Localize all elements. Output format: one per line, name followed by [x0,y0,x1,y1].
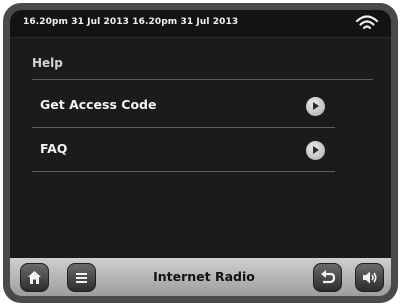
divider [32,171,335,172]
wifi-icon [355,14,379,32]
menu-button[interactable] [67,263,96,292]
play-arrow-icon [306,97,325,116]
play-arrow-icon [306,141,325,160]
status-datetime: 16.20pm 31 Jul 2013 16.20pm 31 Jul 2013 [23,17,239,27]
back-icon [321,270,336,284]
list-menu-icon [76,273,87,283]
home-button[interactable] [20,263,49,292]
screen: 16.20pm 31 Jul 2013 16.20pm 31 Jul 2013 … [10,10,391,296]
device-frame: 16.20pm 31 Jul 2013 16.20pm 31 Jul 2013 … [3,3,398,303]
menu-item-get-access-code[interactable]: Get Access Code [32,85,335,128]
menu-item-label: Get Access Code [40,97,157,112]
volume-icon [363,271,377,284]
back-button[interactable] [313,263,342,292]
status-bar: 16.20pm 31 Jul 2013 16.20pm 31 Jul 2013 [10,10,391,36]
page-title: Help [32,56,63,70]
title-divider [32,79,373,80]
source-label: Internet Radio [153,269,255,284]
divider [32,127,335,128]
content-panel: Help Get Access Code FAQ [10,37,391,259]
bottom-bar: Internet Radio [10,258,391,296]
home-icon [28,271,41,284]
menu-item-faq[interactable]: FAQ [32,129,335,172]
menu-item-label: FAQ [40,141,68,156]
volume-button[interactable] [355,263,384,292]
